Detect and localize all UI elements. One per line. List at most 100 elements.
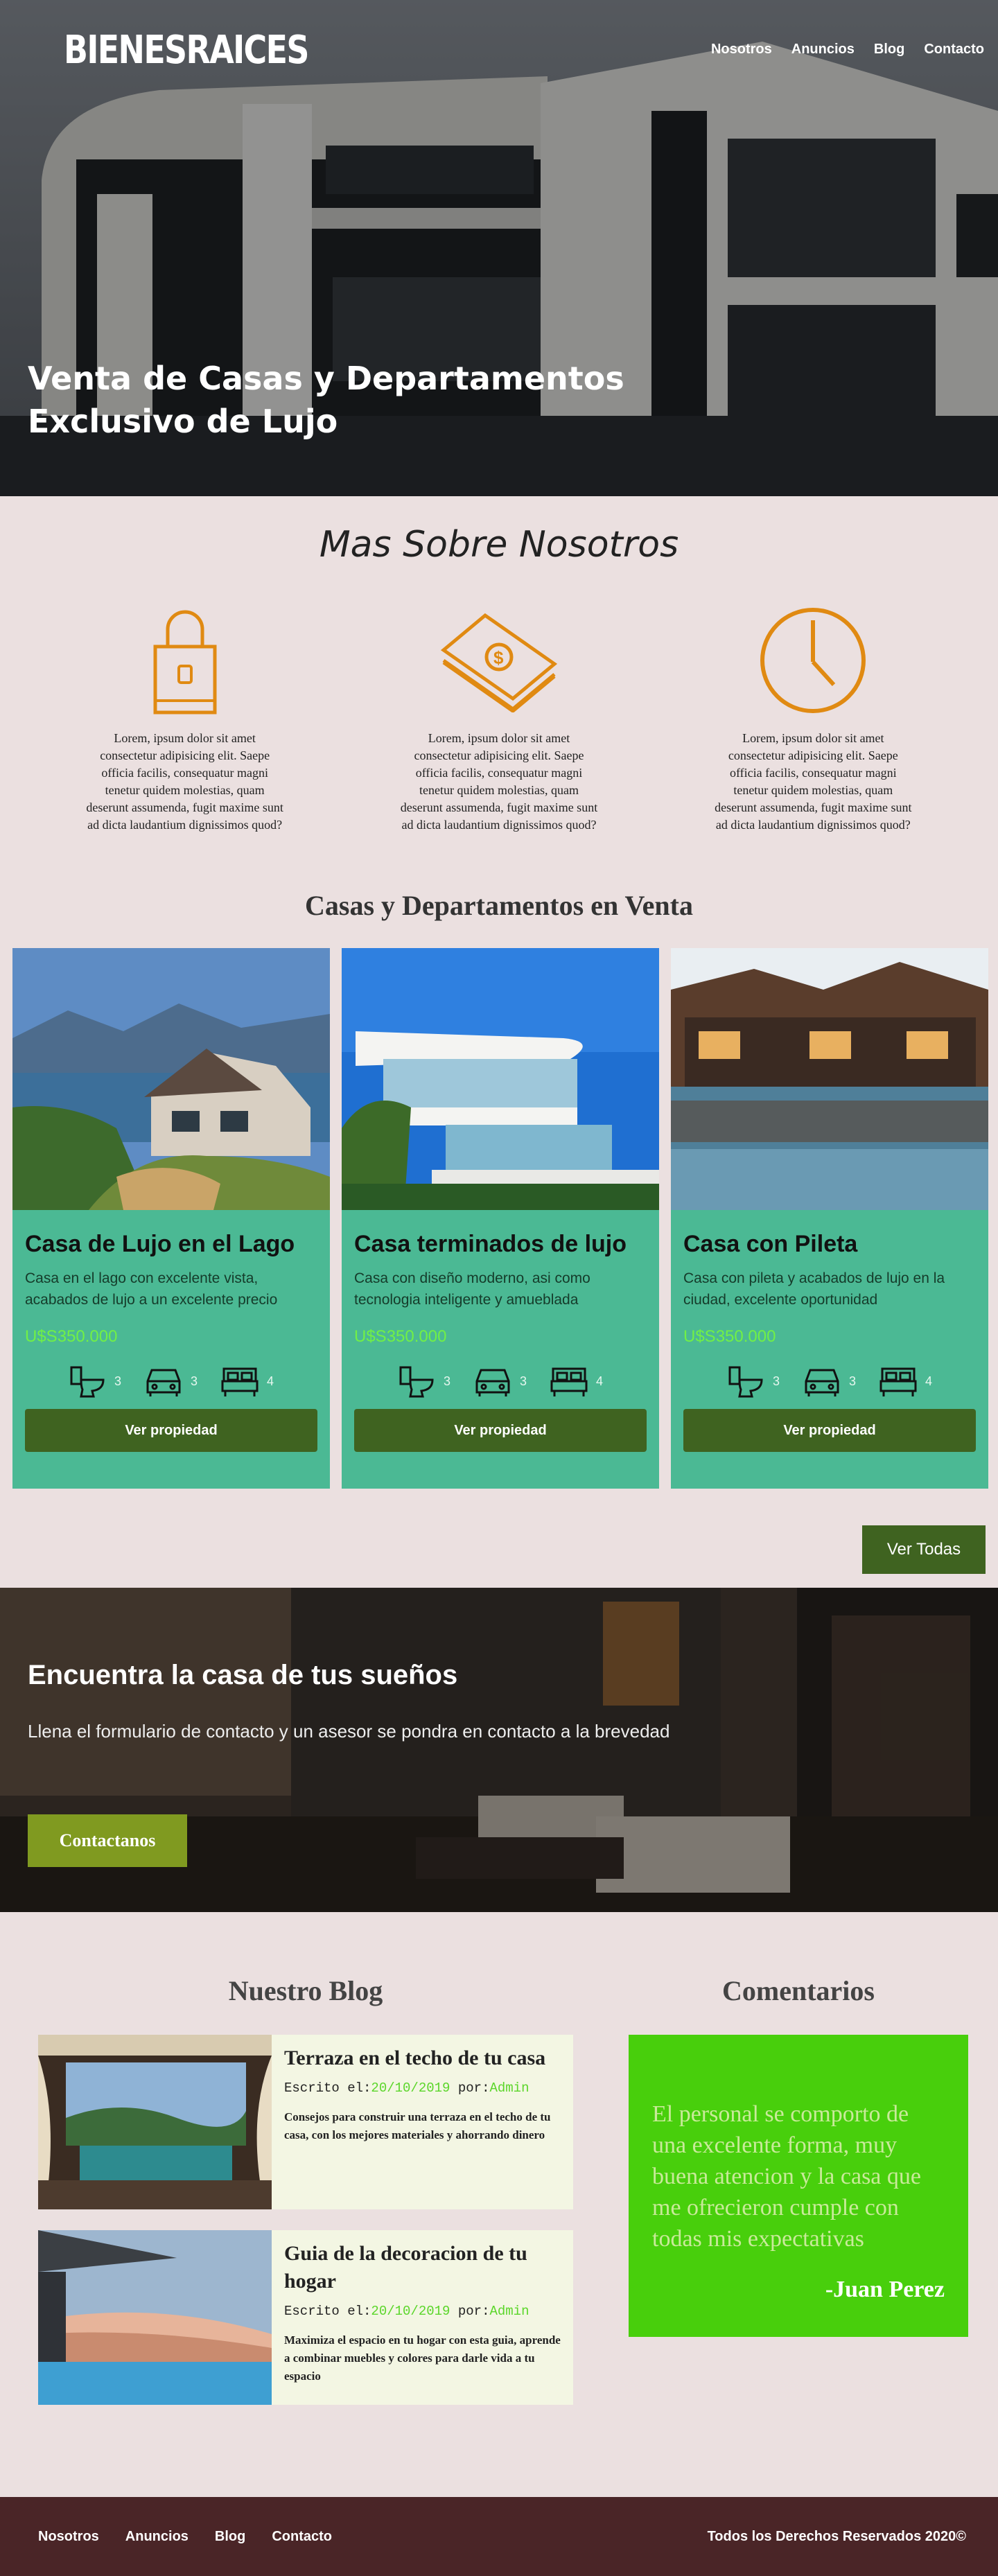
listing-price: U$S350.000: [683, 1327, 776, 1346]
rooftop-terrace-image: [38, 2035, 272, 2209]
testimonial-text: El personal se comporto de una excelente…: [652, 2101, 921, 2252]
view-all-wrap: Ver Todas: [0, 1489, 998, 1588]
bedrooms: 4: [220, 1365, 274, 1398]
bed-icon: [879, 1367, 917, 1396]
footer-link-contacto[interactable]: Contacto: [272, 2529, 332, 2545]
bed-icon: [221, 1367, 259, 1396]
view-all-button[interactable]: Ver Todas: [862, 1525, 986, 1574]
listing-description: Casa con diseño moderno, asi como tecnol…: [354, 1270, 590, 1308]
parking: 3: [802, 1365, 856, 1398]
blog-post-title[interactable]: Guia de la decoracion de tu hogar: [284, 2240, 561, 2295]
bedrooms: 4: [878, 1365, 932, 1398]
by-label: por:: [457, 2304, 490, 2319]
nav-link-contacto[interactable]: Contacto: [924, 42, 984, 58]
feature-text: Lorem, ipsum dolor sit amet consectetur …: [400, 731, 598, 832]
parking-count: 3: [848, 1374, 856, 1388]
listing-cards: Casa de Lujo en el Lago Casa en el lago …: [0, 948, 998, 1489]
blog-comments-section: Nuestro Blog Terraza en el techo de tu c…: [0, 1974, 998, 2405]
listing-description: Casa en el lago con excelente vista, aca…: [25, 1270, 278, 1308]
money-icon: $: [399, 603, 599, 717]
listing-description: Casa con pileta y acabados de lujo en la…: [683, 1270, 945, 1308]
cta-title: Encuentra la casa de tus sueños: [28, 1660, 458, 1690]
listing-price: U$S350.000: [354, 1327, 447, 1346]
listing-card: Casa terminados de lujo Casa con diseño …: [342, 948, 659, 1489]
view-property-button[interactable]: Ver propiedad: [25, 1409, 317, 1452]
feature-item: Lorem, ipsum dolor sit amet consectetur …: [85, 603, 286, 834]
blog-post[interactable]: Guia de la decoracion de tu hogar Escrit…: [38, 2230, 573, 2405]
listing-title: Casa con Pileta: [683, 1231, 858, 1257]
cta-text: Llena el formulario de contacto y un ase…: [28, 1721, 670, 1742]
features-list: Lorem, ipsum dolor sit amet consectetur …: [0, 603, 998, 834]
blog-post-content: Guia de la decoracion de tu hogar Escrit…: [272, 2230, 573, 2405]
car-icon: [805, 1369, 839, 1396]
blog-post[interactable]: Terraza en el techo de tu casa Escrito e…: [38, 2035, 573, 2209]
hero-title-line2: Exclusivo de Lujo: [28, 403, 338, 440]
listing-card-body: Casa terminados de lujo Casa con diseño …: [342, 1210, 659, 1452]
toilet-icon: [399, 1366, 434, 1398]
bathrooms: 3: [727, 1365, 780, 1398]
bedrooms-count: 4: [596, 1374, 604, 1388]
nav-link-nosotros[interactable]: Nosotros: [711, 42, 772, 58]
footer-link-anuncios[interactable]: Anuncios: [125, 2529, 189, 2545]
listing-title: Casa de Lujo en el Lago: [25, 1231, 295, 1257]
toilet-icon: [728, 1366, 763, 1398]
modern-house-image: [342, 948, 659, 1210]
bedrooms-count: 4: [267, 1374, 274, 1388]
home-decor-pool-image: [38, 2230, 272, 2405]
parking: 3: [473, 1365, 527, 1398]
post-date: 20/10/2019: [371, 2080, 450, 2096]
blog-post-meta: Escrito el:20/10/2019 por:Admin: [284, 2304, 561, 2319]
listing-title: Casa terminados de lujo: [354, 1231, 627, 1257]
view-property-button[interactable]: Ver propiedad: [683, 1409, 976, 1452]
toilet-icon: [70, 1366, 105, 1398]
testimonial-author: -Juan Perez: [825, 2277, 945, 2302]
blog-post-title[interactable]: Terraza en el techo de tu casa: [284, 2044, 561, 2072]
bedrooms: 4: [549, 1365, 603, 1398]
written-label: Escrito el:: [284, 2304, 371, 2319]
blog-post-meta: Escrito el:20/10/2019 por:Admin: [284, 2080, 561, 2096]
listing-features: 3 3 4: [354, 1365, 647, 1398]
feature-item: $ Lorem, ipsum dolor sit amet consectetu…: [399, 603, 599, 834]
bathrooms-count: 3: [772, 1374, 780, 1388]
listings-title: Casas y Departamentos en Venta: [305, 890, 693, 921]
hero-title: Venta de Casas y Departamentos Exclusivo…: [28, 357, 651, 443]
main-nav: Nosotros Anuncios Blog Contacto: [711, 42, 984, 58]
blog-post-excerpt: Maximiza el espacio en tu hogar con esta…: [284, 2333, 561, 2383]
footer-link-blog[interactable]: Blog: [215, 2529, 245, 2545]
listings-section: Casas y Departamentos en Venta Casa de L…: [0, 889, 998, 1588]
car-icon: [475, 1369, 510, 1396]
clock-icon: [712, 603, 913, 717]
hero-title-line1: Venta de Casas y Departamentos: [28, 360, 624, 397]
copyright: Todos los Derechos Reservados 2020©: [707, 2528, 966, 2544]
contact-button[interactable]: Contactanos: [28, 1814, 187, 1867]
testimonial: El personal se comporto de una excelente…: [629, 2035, 968, 2337]
view-property-button[interactable]: Ver propiedad: [354, 1409, 647, 1452]
parking-count: 3: [190, 1374, 198, 1388]
blog-section: Nuestro Blog Terraza en el techo de tu c…: [38, 1974, 573, 2405]
listing-price: U$S350.000: [25, 1327, 118, 1346]
feature-item: Lorem, ipsum dolor sit amet consectetur …: [712, 603, 913, 834]
nav-link-anuncios[interactable]: Anuncios: [791, 42, 855, 58]
bed-icon: [550, 1367, 588, 1396]
hero-header: BIENESRAICES Nosotros Anuncios Blog Cont…: [0, 0, 998, 496]
lake-house-image: [12, 948, 330, 1210]
car-icon: [146, 1369, 181, 1396]
listing-features: 3 3 4: [683, 1365, 976, 1398]
feature-text: Lorem, ipsum dolor sit amet consectetur …: [715, 731, 912, 832]
lock-icon: [85, 603, 286, 717]
about-title: Mas Sobre Nosotros: [319, 524, 679, 566]
comments-section: Comentarios El personal se comporto de u…: [629, 1974, 968, 2405]
written-label: Escrito el:: [284, 2080, 371, 2096]
blog-post-content: Terraza en el techo de tu casa Escrito e…: [272, 2035, 573, 2209]
site-footer: Nosotros Anuncios Blog Contacto Todos lo…: [0, 2497, 998, 2576]
contact-cta-section: Encuentra la casa de tus sueños Llena el…: [0, 1588, 998, 1912]
post-author: Admin: [489, 2304, 529, 2319]
parking-count: 3: [519, 1374, 527, 1388]
pool-house-image: [671, 948, 988, 1210]
bedrooms-count: 4: [925, 1374, 933, 1388]
post-date: 20/10/2019: [371, 2304, 450, 2319]
site-logo[interactable]: BIENESRAICES: [64, 28, 309, 73]
footer-link-nosotros[interactable]: Nosotros: [38, 2529, 99, 2545]
listing-features: 3 3 4: [25, 1365, 317, 1398]
nav-link-blog[interactable]: Blog: [874, 42, 904, 58]
